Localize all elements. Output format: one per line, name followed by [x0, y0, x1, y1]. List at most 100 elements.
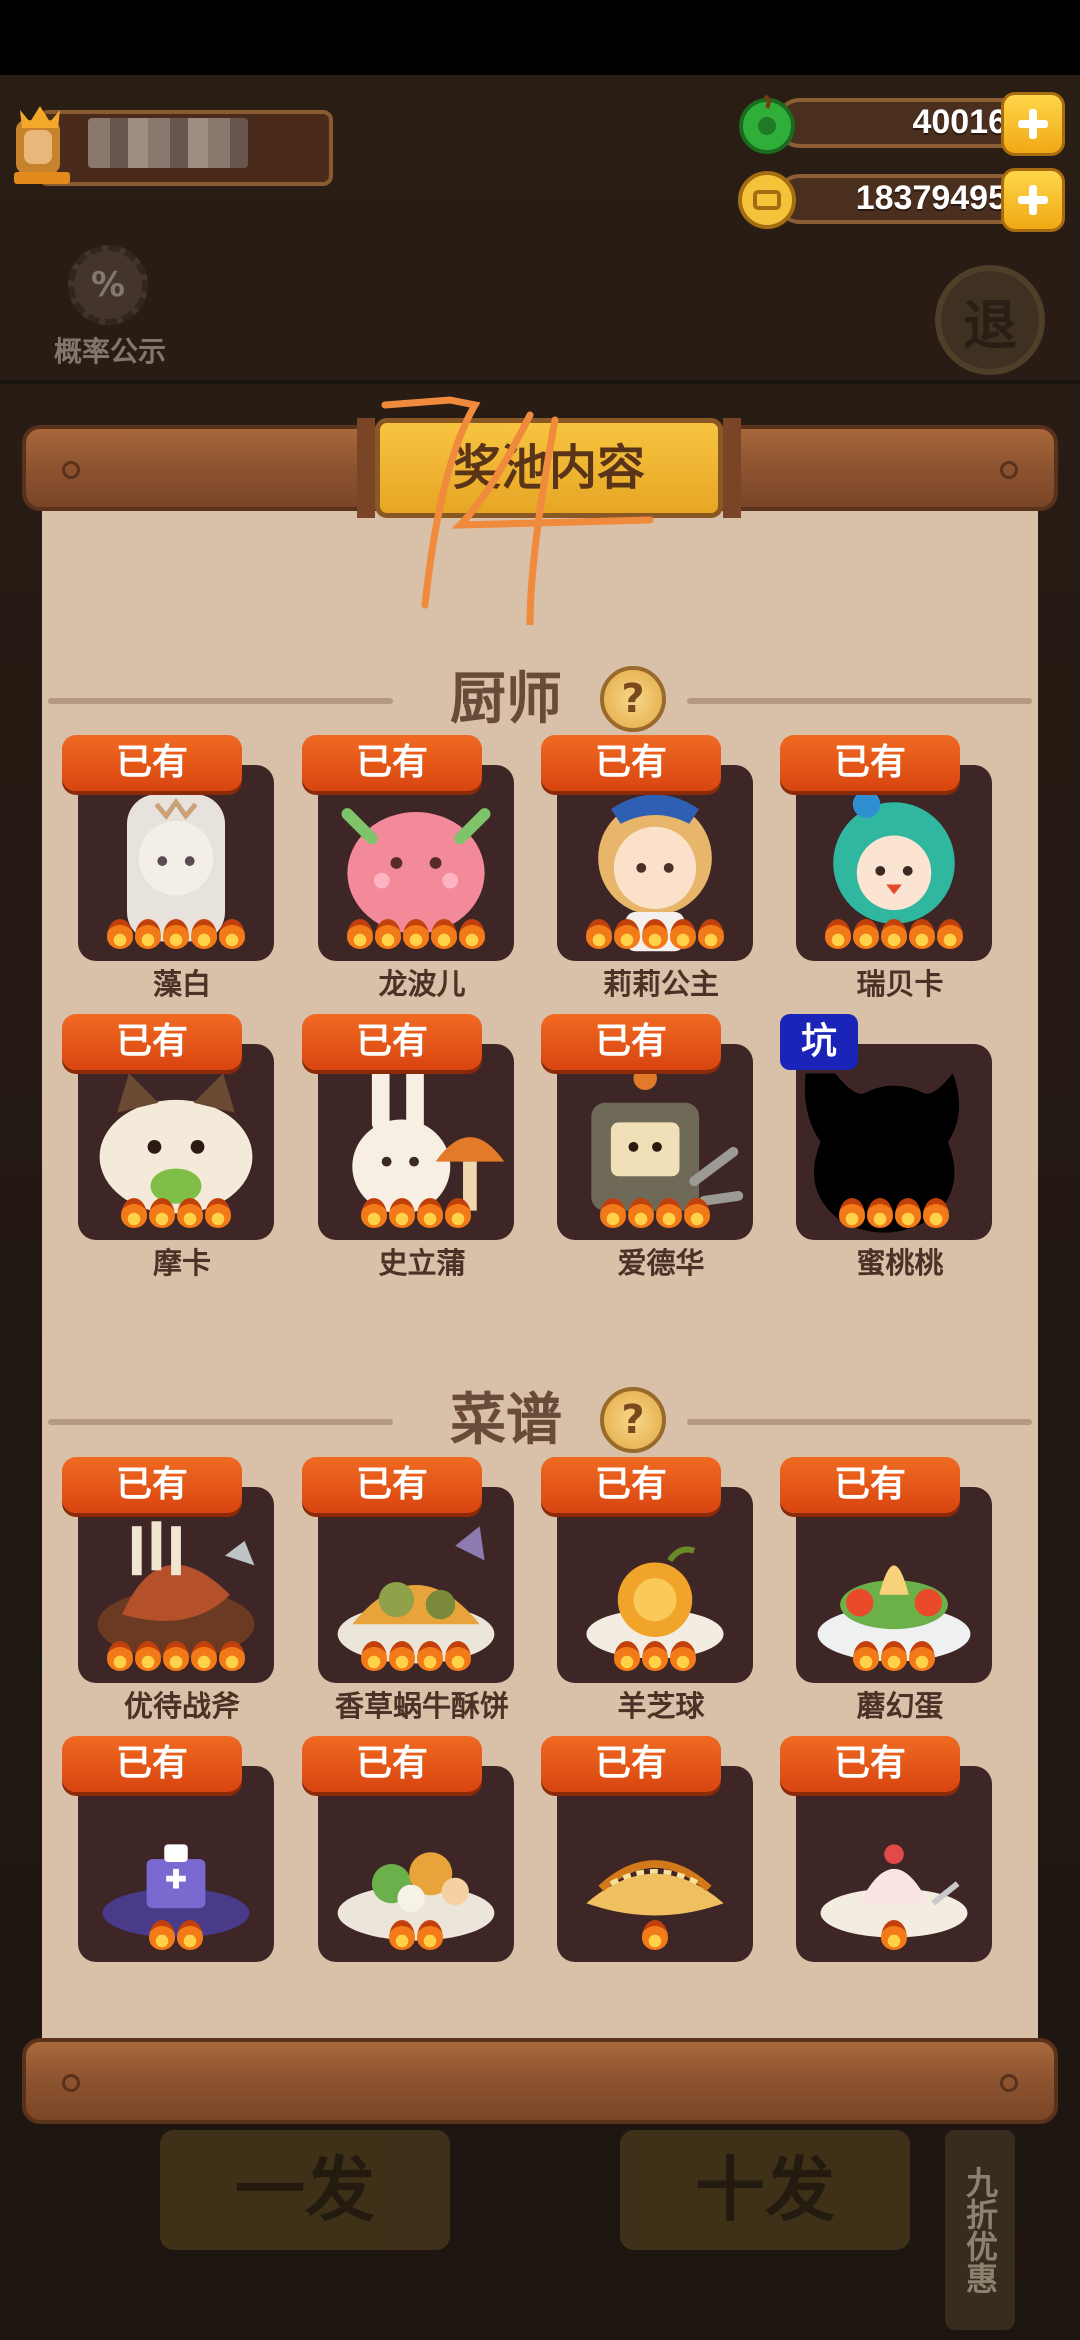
percent-gear-icon: %	[68, 245, 148, 325]
chefs-name: 爱德华	[617, 1246, 705, 1280]
flame-icon	[191, 1641, 217, 1671]
flame-icon	[614, 1641, 640, 1671]
recipes-card[interactable]: 已有	[780, 1736, 1020, 1996]
flame-icon	[163, 919, 189, 949]
recipes-card[interactable]: 已有	[62, 1736, 302, 1996]
rarity-flames	[557, 1920, 753, 1956]
chefs-card[interactable]: 已有 莉莉公主	[541, 735, 781, 1001]
rod-knob	[1000, 461, 1018, 479]
recipes-name: 优待战斧	[123, 1689, 240, 1723]
recipes-card[interactable]: 已有	[541, 1736, 781, 1996]
recipes-title: 菜谱	[450, 1388, 562, 1453]
flame-icon	[403, 919, 429, 949]
owned-badge: 已有	[302, 1014, 482, 1070]
ten-draw-button[interactable]: 十发	[620, 2130, 910, 2250]
chefs-portrait	[557, 765, 753, 961]
probability-button[interactable]: % 概率公示	[30, 245, 190, 375]
recipes-card[interactable]: 已有 蘑幻蛋	[780, 1457, 1020, 1723]
chefs-portrait	[796, 1044, 992, 1240]
flame-icon	[895, 1198, 921, 1228]
rod-knob	[62, 461, 80, 479]
flame-icon	[121, 1198, 147, 1228]
flame-icon	[445, 1641, 471, 1671]
flame-icon	[881, 1641, 907, 1671]
chefs-card[interactable]: 已有爱德华	[541, 1014, 781, 1280]
owned-badge: 已有	[780, 735, 960, 791]
probability-label: 概率公示	[53, 335, 166, 368]
recipes-name: 香草蜗牛酥饼	[334, 1689, 509, 1723]
flame-icon	[881, 919, 907, 949]
flame-icon	[614, 919, 640, 949]
rarity-flames	[78, 1198, 274, 1234]
flame-icon	[417, 1641, 443, 1671]
flame-icon	[177, 1920, 203, 1950]
chefs-card[interactable]: 已有 摩卡	[62, 1014, 302, 1280]
chefs-portrait	[318, 765, 514, 961]
rarity-flames	[557, 919, 753, 955]
recipes-portrait	[796, 1487, 992, 1683]
chefs-name: 瑞贝卡	[856, 967, 944, 1001]
recipes-portrait	[557, 1487, 753, 1683]
flame-icon	[853, 919, 879, 949]
flame-icon	[107, 919, 133, 949]
recipes-portrait	[557, 1766, 753, 1962]
flame-icon	[361, 1198, 387, 1228]
jade-add-button[interactable]	[1001, 92, 1065, 156]
rarity-flames	[318, 1920, 514, 1956]
chefs-name: 蜜桃桃	[856, 1246, 944, 1280]
recipes-card[interactable]: 已有 优待战斧	[62, 1457, 302, 1723]
flame-icon	[839, 1198, 865, 1228]
flame-icon	[853, 1641, 879, 1671]
flame-icon	[389, 1641, 415, 1671]
chefs-card[interactable]: 已有瑞贝卡	[780, 735, 1020, 1001]
rarity-flames	[78, 1641, 274, 1677]
owned-badge: 已有	[541, 1736, 721, 1792]
chefs-card[interactable]: 坑蜜桃桃	[780, 1014, 1020, 1280]
flame-icon	[642, 1920, 668, 1950]
flame-icon	[586, 919, 612, 949]
flame-icon	[600, 1198, 626, 1228]
rarity-flames	[557, 1641, 753, 1677]
jade-icon	[739, 94, 795, 154]
flame-icon	[347, 919, 373, 949]
recipes-section-header: 菜谱 ?	[42, 1381, 1038, 1461]
flame-icon	[361, 1641, 387, 1671]
player-badge[interactable]	[8, 100, 333, 188]
chefs-portrait	[796, 765, 992, 961]
flame-icon	[149, 1920, 175, 1950]
single-draw-button[interactable]: 一发	[160, 2130, 450, 2250]
exit-button[interactable]: 退	[935, 265, 1045, 375]
chefs-card[interactable]: 已有 藻白	[62, 735, 302, 1001]
chefs-card[interactable]: 已有 史立蒲	[302, 1014, 542, 1280]
coin-add-button[interactable]	[1001, 168, 1065, 232]
section-divider	[687, 698, 1032, 704]
player-name-redacted	[88, 118, 248, 168]
coin-icon	[738, 171, 796, 229]
pit-badge: 坑	[780, 1014, 858, 1070]
recipes-card[interactable]: 已有 香草蜗牛酥饼	[302, 1457, 542, 1723]
section-divider	[48, 1419, 393, 1425]
flame-icon	[909, 919, 935, 949]
flame-icon	[459, 919, 485, 949]
owned-badge: 已有	[541, 1014, 721, 1070]
flame-icon	[445, 1198, 471, 1228]
owned-badge: 已有	[62, 1014, 242, 1070]
recipes-help-icon[interactable]: ?	[600, 1387, 666, 1453]
flame-icon	[825, 919, 851, 949]
flame-icon	[389, 1920, 415, 1950]
flame-icon	[431, 919, 457, 949]
flame-icon	[670, 919, 696, 949]
recipes-card[interactable]: 已有	[302, 1736, 542, 1996]
rarity-flames	[78, 919, 274, 955]
flame-icon	[135, 919, 161, 949]
chefs-section-header: 厨师 ?	[42, 660, 1038, 740]
flame-icon	[881, 1920, 907, 1950]
recipes-portrait	[78, 1487, 274, 1683]
recipes-card[interactable]: 已有 羊芝球	[541, 1457, 781, 1723]
scribble-text: 74	[380, 395, 382, 396]
recipes-name: 蘑幻蛋	[856, 1689, 944, 1723]
flame-icon	[684, 1198, 710, 1228]
chefs-card[interactable]: 已有 龙波儿	[302, 735, 542, 1001]
title-post-right	[723, 418, 741, 518]
chefs-help-icon[interactable]: ?	[600, 666, 666, 732]
